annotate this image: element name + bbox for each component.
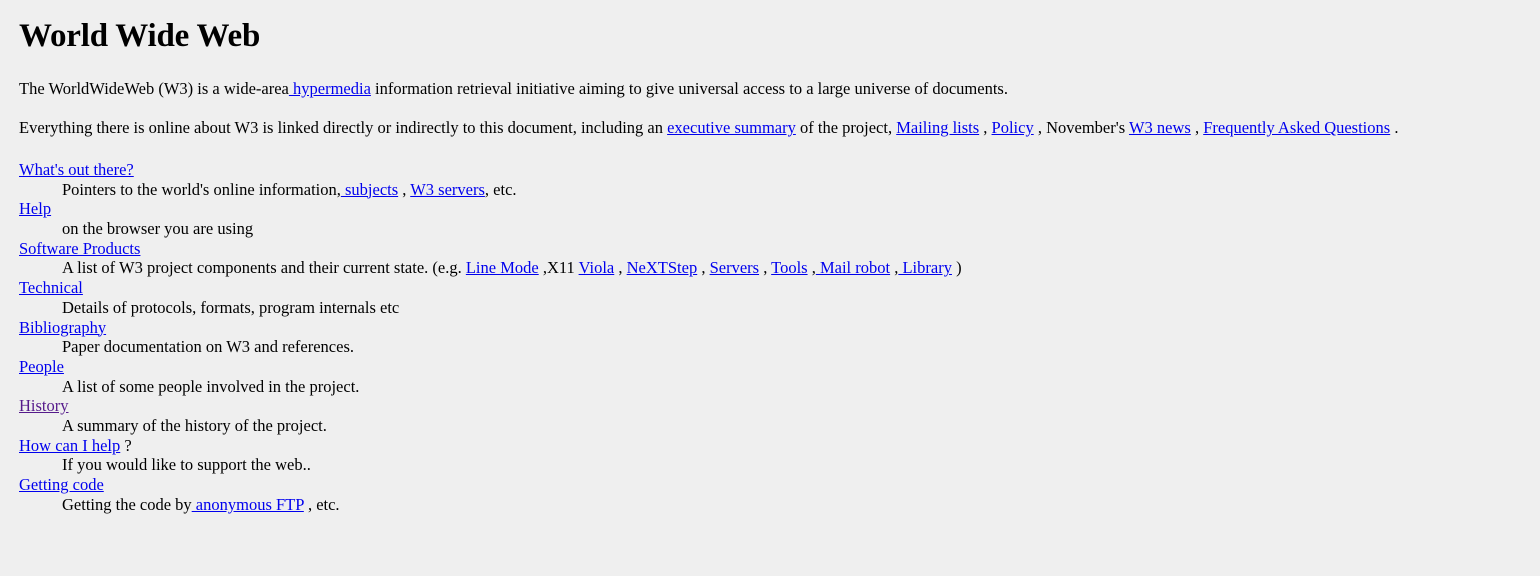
link-nextstep[interactable]: NeXTStep	[627, 258, 698, 277]
index-term: Help	[19, 199, 1532, 219]
index-term: What's out there?	[19, 160, 1532, 180]
index-term: Bibliography	[19, 318, 1532, 338]
intro-paragraph-2: Everything there is online about W3 is l…	[19, 118, 1532, 137]
definition-text: A list of some people involved in the pr…	[62, 376, 360, 396]
definition-text: Getting the code by	[62, 494, 192, 514]
definition-text: , etc.	[484, 179, 517, 199]
link-bibliography[interactable]: Bibliography	[19, 318, 106, 337]
link-policy[interactable]: Policy	[992, 118, 1034, 137]
intro-text-2c: ,	[979, 118, 992, 138]
intro-text-2a: Everything there is online about W3 is l…	[19, 118, 668, 138]
index-term: Technical	[19, 278, 1532, 298]
link-line-mode[interactable]: Line Mode	[466, 258, 539, 277]
index-term: Getting code	[19, 475, 1532, 495]
link-executive-summary[interactable]: executive summary	[667, 118, 796, 137]
link-tools[interactable]: Tools	[771, 258, 807, 277]
intro-text-2f: .	[1390, 118, 1399, 138]
link-mail-robot[interactable]: Mail robot	[816, 258, 890, 277]
link-people[interactable]: People	[19, 357, 64, 376]
link-mailing-lists[interactable]: Mailing lists	[896, 118, 979, 137]
intro-text-2d: , November's	[1033, 118, 1129, 138]
index-definition: on the browser you are using	[62, 219, 1532, 239]
index-definition-list: What's out there? Pointers to the world's…	[19, 160, 1532, 515]
index-definition: If you would like to support the web..	[62, 455, 1532, 475]
link-history[interactable]: History	[19, 396, 69, 415]
definition-text: , etc.	[303, 494, 340, 514]
definition-text: ,	[614, 258, 627, 278]
intro-text-1b: information retrieval initiative aiming …	[370, 78, 1008, 98]
link-how-can-i-help[interactable]: How can I help	[19, 436, 120, 455]
link-library[interactable]: Library	[898, 258, 951, 277]
link-software-products[interactable]: Software Products	[19, 239, 140, 258]
link-technical[interactable]: Technical	[19, 278, 83, 297]
link-anonymous-ftp[interactable]: anonymous FTP	[192, 495, 304, 514]
intro-text-1a: The WorldWideWeb (W3) is a wide-area	[19, 78, 289, 98]
definition-text: A list of W3 project components and thei…	[62, 258, 466, 278]
link-what-s-out-there[interactable]: What's out there?	[19, 160, 134, 179]
definition-text: ,	[697, 258, 710, 278]
link-w3-servers[interactable]: W3 servers	[410, 180, 485, 199]
link-subjects[interactable]: subjects	[341, 180, 398, 199]
definition-text: ,	[807, 258, 816, 278]
index-term-suffix: ?	[120, 435, 132, 455]
index-definition: Pointers to the world's online informati…	[62, 180, 1532, 200]
definition-text: A summary of the history of the project.	[62, 416, 327, 436]
index-definition: A summary of the history of the project.	[62, 416, 1532, 436]
definition-text: ,	[759, 258, 772, 278]
index-definition: Getting the code by anonymous FTP , etc.	[62, 495, 1532, 515]
definition-text: If you would like to support the web..	[62, 455, 311, 475]
index-term: People	[19, 357, 1532, 377]
definition-text: ,	[398, 179, 411, 199]
index-definition: A list of W3 project components and thei…	[62, 258, 1532, 278]
link-hypermedia[interactable]: hypermedia	[289, 79, 371, 98]
index-term: How can I help ?	[19, 436, 1532, 456]
link-help[interactable]: Help	[19, 199, 51, 218]
index-definition: Paper documentation on W3 and references…	[62, 337, 1532, 357]
intro-text-2e: ,	[1190, 118, 1204, 138]
link-viola[interactable]: Viola	[579, 258, 615, 277]
index-definition: A list of some people involved in the pr…	[62, 377, 1532, 397]
document-body: World Wide Web The WorldWideWeb (W3) is …	[0, 18, 1540, 515]
definition-text: )	[951, 258, 962, 278]
link-servers[interactable]: Servers	[710, 258, 759, 277]
index-definition: Details of protocols, formats, program i…	[62, 298, 1532, 318]
link-getting-code[interactable]: Getting code	[19, 475, 104, 494]
index-term: Software Products	[19, 239, 1532, 259]
intro-text-2b: of the project,	[795, 118, 897, 138]
link-frequently-asked-questions[interactable]: Frequently Asked Questions	[1203, 118, 1390, 137]
definition-text: Details of protocols, formats, program i…	[62, 297, 400, 317]
definition-text: on the browser you are using	[62, 218, 254, 238]
definition-text: ,X11	[538, 258, 579, 278]
definition-text: Pointers to the world's online informati…	[62, 179, 341, 199]
link-w3-news[interactable]: W3 news	[1129, 118, 1191, 137]
definition-text: Paper documentation on W3 and references…	[62, 337, 354, 357]
intro-paragraph-1: The WorldWideWeb (W3) is a wide-area hyp…	[19, 79, 1532, 98]
page-title: World Wide Web	[19, 18, 261, 54]
index-term: History	[19, 396, 1532, 416]
